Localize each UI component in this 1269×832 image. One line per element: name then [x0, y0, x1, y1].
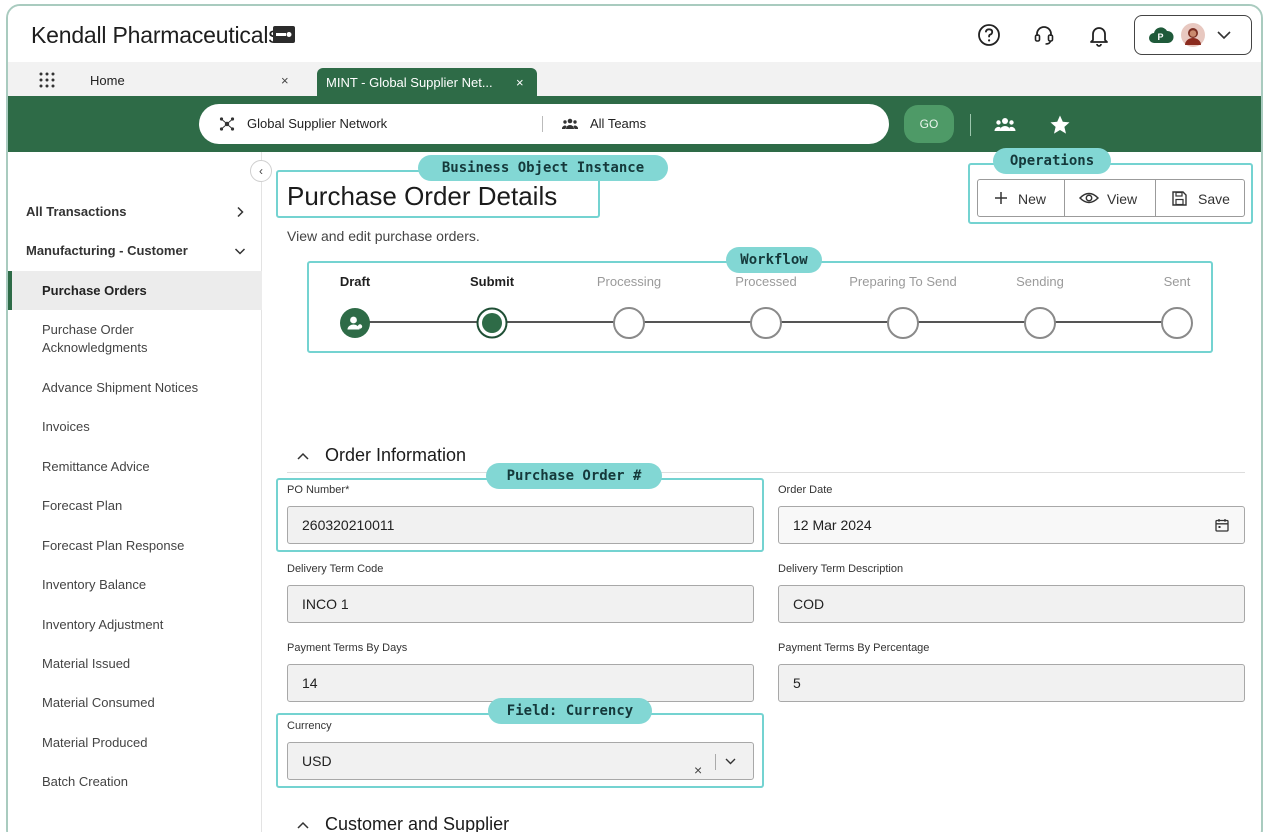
section-divider — [287, 472, 1245, 473]
sidebar-item-batch-creation[interactable]: Batch Creation — [42, 773, 128, 791]
apps-grid-icon[interactable] — [38, 71, 56, 89]
people-icon[interactable] — [994, 114, 1016, 136]
sidebar-item-forecast-plan-response[interactable]: Forecast Plan Response — [42, 537, 184, 555]
calendar-icon[interactable] — [1215, 518, 1229, 532]
close-icon[interactable]: × — [516, 75, 524, 90]
section-title-order-information[interactable]: Order Information — [325, 445, 466, 466]
sidebar-item-inventory-adjustment[interactable]: Inventory Adjustment — [42, 616, 163, 634]
context-bar: Global Supplier Network All Teams GO — [8, 96, 1261, 152]
delivery-term-code-label: Delivery Term Code — [287, 563, 384, 575]
sidebar-item-forecast-plan[interactable]: Forecast Plan — [42, 497, 122, 515]
annotation-label-currency: Field: Currency — [488, 698, 652, 724]
divider — [970, 114, 971, 136]
app-title: Kendall Pharmaceuticals — [31, 22, 280, 48]
support-headset-icon[interactable] — [1031, 22, 1057, 48]
annotation-box-currency — [276, 713, 764, 788]
sidebar-item-inventory-balance[interactable]: Inventory Balance — [42, 576, 146, 594]
sidebar-item-advance-shipment-notices[interactable]: Advance Shipment Notices — [42, 379, 198, 397]
sidebar-item-material-produced[interactable]: Material Produced — [42, 734, 148, 752]
payment-terms-percentage-field[interactable]: 5 — [778, 664, 1245, 702]
context-selector[interactable]: Global Supplier Network All Teams — [199, 104, 889, 144]
chevron-right-icon[interactable] — [234, 206, 246, 218]
svg-text:P: P — [1158, 32, 1164, 42]
annotation-label-operations: Operations — [993, 148, 1111, 174]
help-icon[interactable] — [976, 22, 1002, 48]
divider — [542, 116, 543, 132]
chevron-up-icon[interactable] — [297, 821, 309, 829]
annotation-box-po-number — [276, 478, 764, 552]
annotation-label-po-number: Purchase Order # — [486, 463, 662, 489]
go-button[interactable]: GO — [904, 105, 954, 143]
badge-icon — [273, 26, 295, 43]
sidebar-item-material-issued[interactable]: Material Issued — [42, 655, 130, 673]
order-date-value: 12 Mar 2024 — [793, 517, 872, 533]
tab-label: MINT - Global Supplier Net... — [326, 75, 493, 90]
cloud-icon: P — [1149, 27, 1174, 43]
annotation-box-workflow — [307, 261, 1213, 353]
app-window: Kendall Pharmaceuticals P Home × MINT - … — [6, 4, 1263, 832]
sidebar-item-invoices[interactable]: Invoices — [42, 418, 90, 436]
bell-icon[interactable] — [1086, 22, 1112, 48]
payment-terms-days-label: Payment Terms By Days — [287, 642, 408, 654]
tab-strip: Home × MINT - Global Supplier Net... × — [8, 62, 1261, 98]
sidebar-group-manufacturing-customer[interactable]: Manufacturing - Customer — [26, 243, 188, 258]
profile-menu-button[interactable]: P — [1134, 15, 1252, 55]
payment-terms-percentage-label: Payment Terms By Percentage — [778, 642, 930, 654]
tab-home[interactable]: Home — [90, 73, 125, 88]
sidebar-item-purchase-order-acknowledgments[interactable]: Purchase Order Acknowledgments — [42, 321, 148, 357]
order-date-field[interactable]: 12 Mar 2024 — [778, 506, 1245, 544]
chevron-up-icon[interactable] — [297, 452, 309, 460]
delivery-term-description-label: Delivery Term Description — [778, 563, 904, 575]
teams-selector[interactable]: All Teams — [590, 116, 646, 131]
sidebar-item-purchase-orders[interactable]: Purchase Orders — [42, 282, 147, 300]
delivery-term-description-field[interactable]: COD — [778, 585, 1245, 623]
annotation-label-business-object: Business Object Instance — [418, 155, 668, 181]
section-title-customer-and-supplier[interactable]: Customer and Supplier — [325, 814, 509, 832]
network-icon — [219, 117, 235, 131]
sidebar-group-all-transactions[interactable]: All Transactions — [26, 204, 126, 219]
chevron-down-icon — [1217, 31, 1231, 40]
top-bar: Kendall Pharmaceuticals P — [8, 6, 1261, 62]
page-subtitle: View and edit purchase orders. — [287, 228, 480, 244]
delivery-term-code-field[interactable]: INCO 1 — [287, 585, 754, 623]
payment-terms-days-field[interactable]: 14 — [287, 664, 754, 702]
avatar — [1181, 23, 1205, 47]
star-icon[interactable] — [1049, 114, 1071, 136]
chevron-down-icon[interactable] — [234, 245, 246, 257]
network-selector[interactable]: Global Supplier Network — [247, 116, 387, 131]
order-date-label: Order Date — [778, 484, 833, 496]
teams-icon — [562, 118, 578, 129]
tab-mint-global-supplier-network[interactable]: MINT - Global Supplier Net... × — [317, 68, 537, 98]
annotation-label-workflow: Workflow — [726, 247, 822, 273]
close-icon[interactable]: × — [281, 73, 289, 88]
sidebar-item-remittance-advice[interactable]: Remittance Advice — [42, 458, 150, 476]
sidebar-item-material-consumed[interactable]: Material Consumed — [42, 694, 155, 712]
collapse-sidebar-button[interactable]: ‹ — [250, 160, 272, 182]
